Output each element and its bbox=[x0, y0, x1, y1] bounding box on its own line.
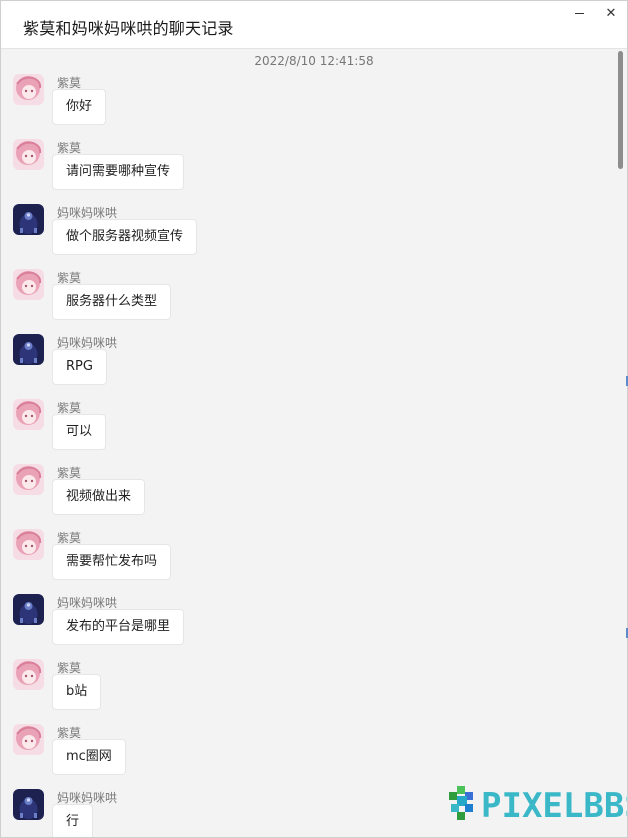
message-item: 紫莫 请问需要哪种宣传 bbox=[13, 139, 603, 199]
avatar[interactable] bbox=[13, 594, 44, 625]
watermark-text: PIXELBBS bbox=[481, 786, 627, 826]
message-bubble[interactable]: 你好 bbox=[52, 89, 107, 125]
message-item: 紫莫 需要帮忙发布吗 bbox=[13, 529, 603, 589]
minimize-icon bbox=[574, 13, 584, 14]
minimize-button[interactable] bbox=[569, 6, 589, 22]
pink-hair-avatar-icon bbox=[13, 724, 44, 755]
avatar[interactable] bbox=[13, 204, 44, 235]
avatar[interactable] bbox=[13, 139, 44, 170]
pink-hair-avatar-icon bbox=[13, 464, 44, 495]
pink-hair-avatar-icon bbox=[13, 399, 44, 430]
message-item: 妈咪妈咪哄 RPG bbox=[13, 334, 603, 394]
close-button[interactable]: ✕ bbox=[601, 6, 621, 22]
dark-blue-avatar-icon bbox=[13, 594, 44, 625]
message-bubble[interactable]: 需要帮忙发布吗 bbox=[52, 544, 172, 580]
message-bubble[interactable]: 发布的平台是哪里 bbox=[52, 609, 185, 645]
message-bubble[interactable]: 视频做出来 bbox=[52, 479, 146, 515]
message-bubble[interactable]: mc圈网 bbox=[52, 739, 126, 775]
avatar[interactable] bbox=[13, 334, 44, 365]
pixelbbs-watermark: PIXELBBS bbox=[445, 782, 627, 834]
message-item: 妈咪妈咪哄 发布的平台是哪里 bbox=[13, 594, 603, 654]
message-bubble[interactable]: 可以 bbox=[52, 414, 107, 450]
message-item: 紫莫 视频做出来 bbox=[13, 464, 603, 524]
scroll-thumb[interactable] bbox=[618, 51, 623, 169]
pink-hair-avatar-icon bbox=[13, 139, 44, 170]
title-bar: 紫莫和妈咪妈咪哄的聊天记录 ✕ bbox=[1, 1, 627, 49]
message-item: 紫莫 你好 bbox=[13, 74, 603, 134]
dark-blue-avatar-icon bbox=[13, 789, 44, 820]
message-bubble[interactable]: b站 bbox=[52, 674, 102, 710]
avatar[interactable] bbox=[13, 74, 44, 105]
message-bubble[interactable]: 做个服务器视频宣传 bbox=[52, 219, 198, 255]
message-bubble[interactable]: 服务器什么类型 bbox=[52, 284, 172, 320]
message-bubble[interactable]: RPG bbox=[52, 349, 107, 385]
pink-hair-avatar-icon bbox=[13, 74, 44, 105]
avatar[interactable] bbox=[13, 529, 44, 560]
chat-timestamp: 2022/8/10 12:41:58 bbox=[254, 54, 374, 68]
dark-blue-avatar-icon bbox=[13, 204, 44, 235]
pink-hair-avatar-icon bbox=[13, 269, 44, 300]
chat-history-window: 紫莫和妈咪妈咪哄的聊天记录 ✕ 2022/8/10 12:41:58 紫莫 你好紫… bbox=[0, 0, 628, 838]
window-title: 紫莫和妈咪妈咪哄的聊天记录 bbox=[23, 19, 234, 38]
avatar[interactable] bbox=[13, 789, 44, 820]
avatar[interactable] bbox=[13, 399, 44, 430]
avatar[interactable] bbox=[13, 659, 44, 690]
message-item: 妈咪妈咪哄 做个服务器视频宣传 bbox=[13, 204, 603, 264]
message-bubble[interactable]: 请问需要哪种宣传 bbox=[52, 154, 185, 190]
message-item: 紫莫 b站 bbox=[13, 659, 603, 719]
pink-hair-avatar-icon bbox=[13, 529, 44, 560]
message-item: 紫莫 mc圈网 bbox=[13, 724, 603, 784]
pixelbbs-logo-icon bbox=[449, 786, 473, 820]
message-bubble[interactable]: 行 bbox=[52, 804, 94, 837]
message-item: 紫莫 可以 bbox=[13, 399, 603, 459]
avatar[interactable] bbox=[13, 464, 44, 495]
pink-hair-avatar-icon bbox=[13, 659, 44, 690]
message-item: 紫莫 服务器什么类型 bbox=[13, 269, 603, 329]
dark-blue-avatar-icon bbox=[13, 334, 44, 365]
avatar[interactable] bbox=[13, 724, 44, 755]
avatar[interactable] bbox=[13, 269, 44, 300]
scrollbar[interactable] bbox=[617, 51, 625, 837]
close-icon: ✕ bbox=[605, 6, 617, 21]
